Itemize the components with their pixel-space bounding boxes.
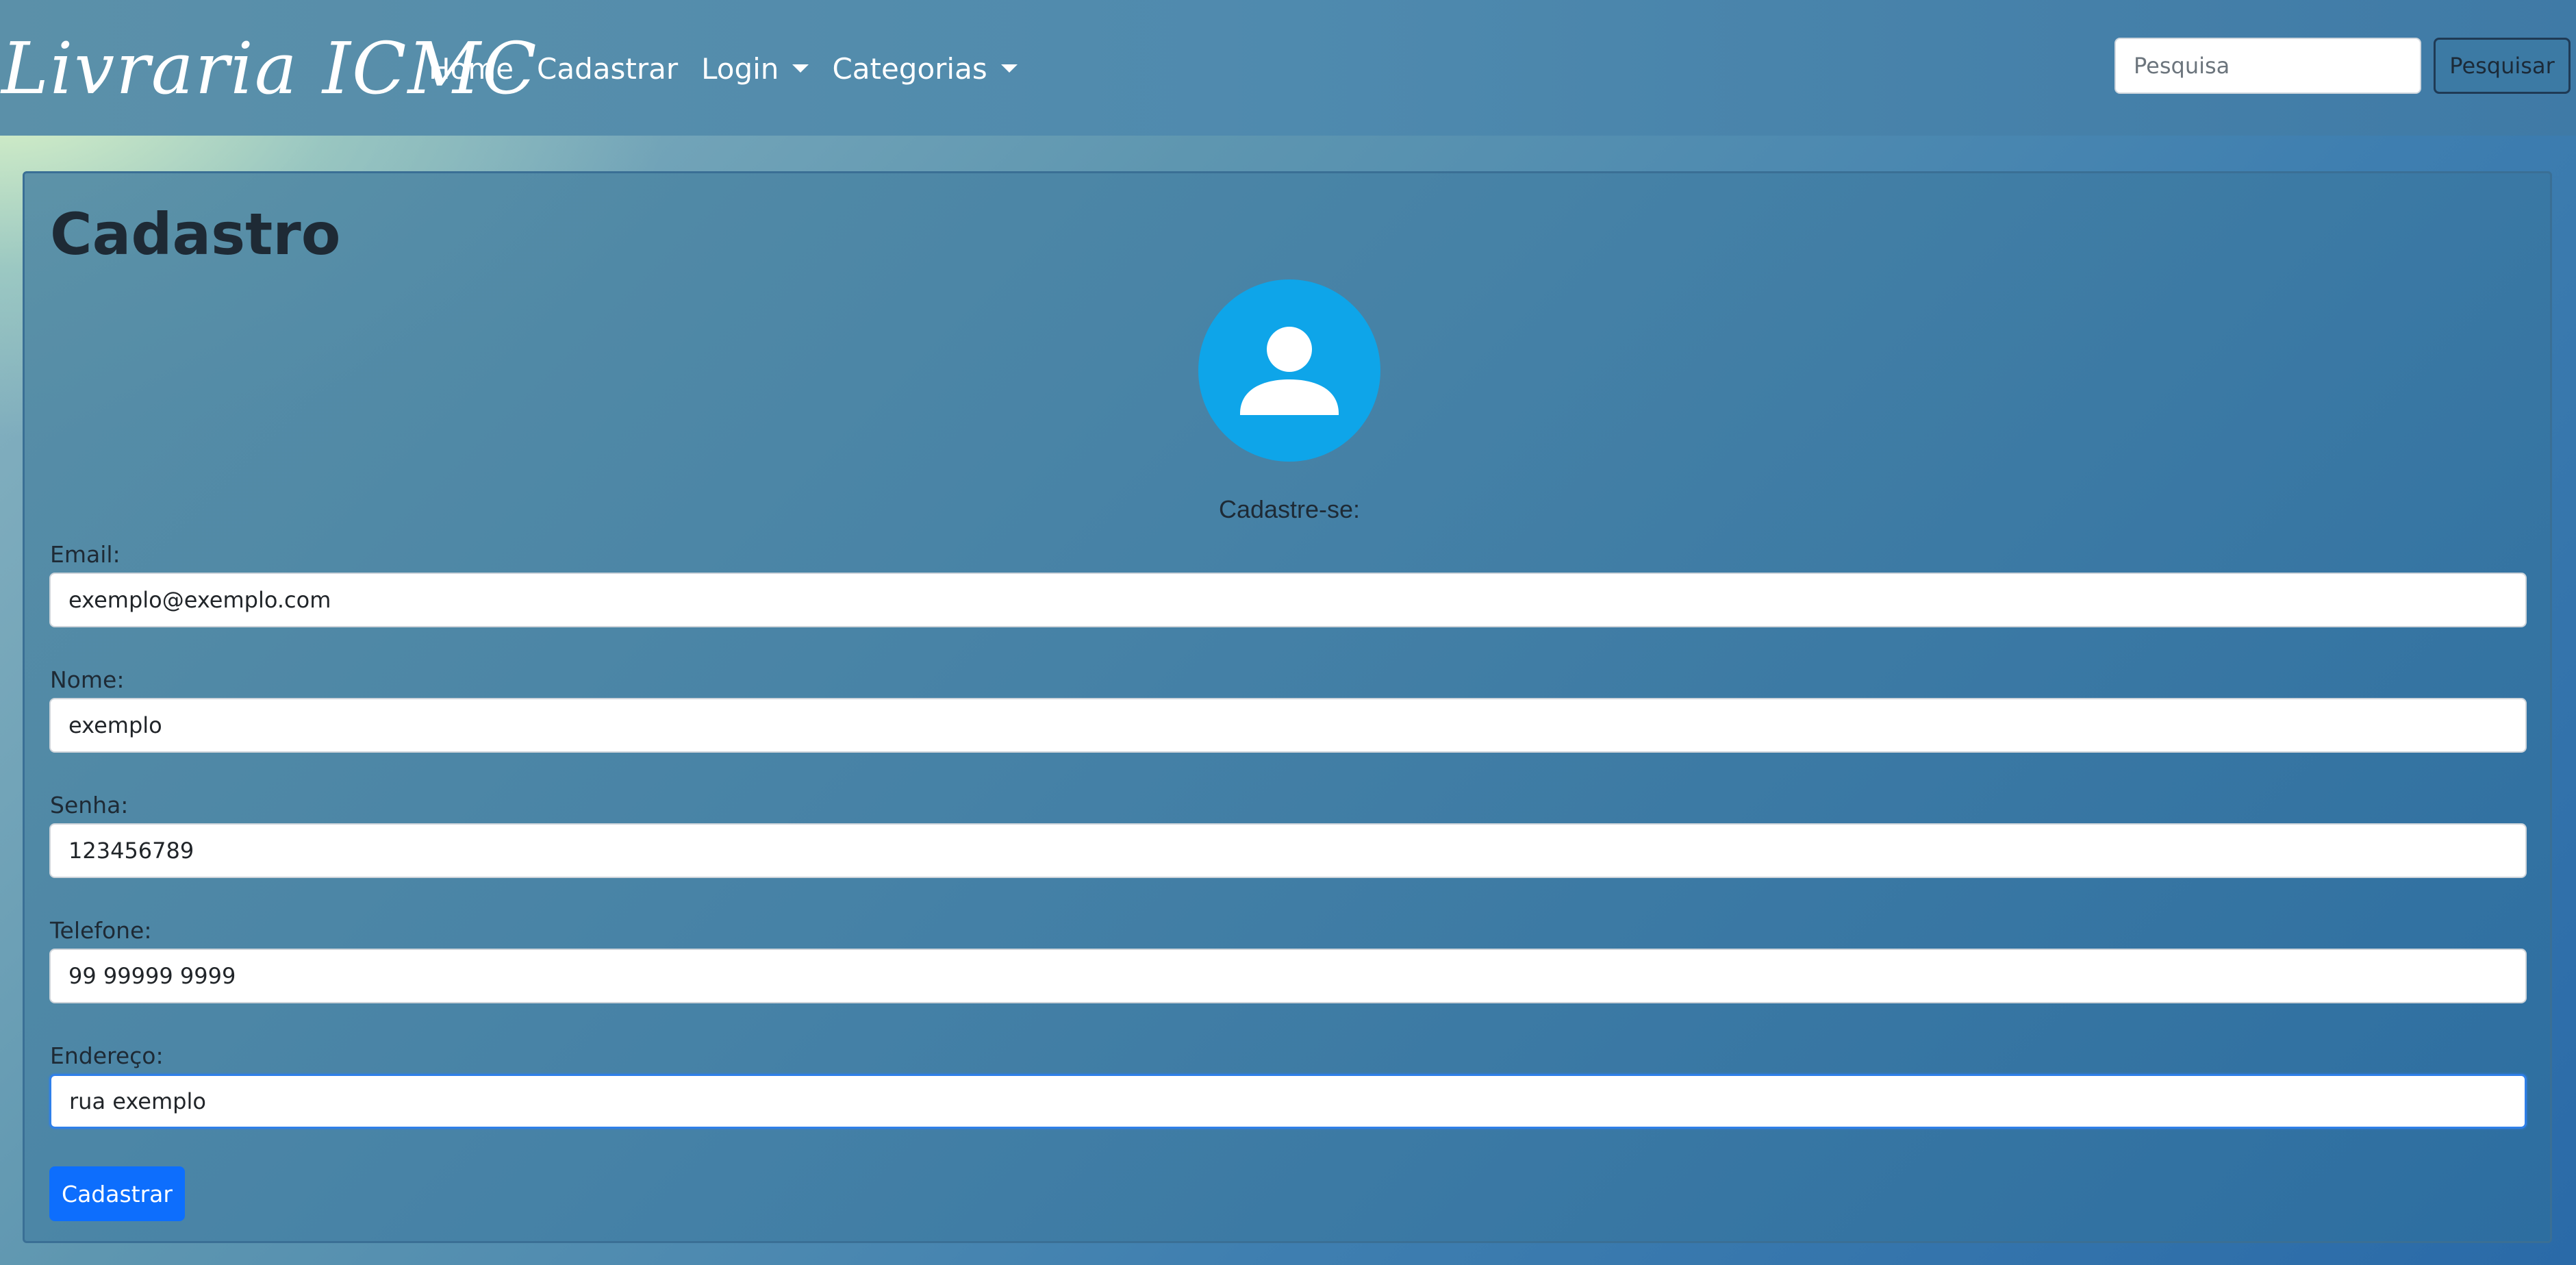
phone-field[interactable]: [49, 949, 2527, 1003]
search-button[interactable]: Pesquisar: [2434, 38, 2571, 94]
name-field[interactable]: [49, 698, 2527, 753]
nav-dropdown-categorias-label: Categorias: [832, 51, 987, 86]
nav-dropdown-categorias[interactable]: Categorias: [832, 51, 1018, 86]
password-field[interactable]: [49, 823, 2527, 878]
page-title: Cadastro: [50, 201, 341, 268]
nav-link-home-label: Home: [429, 51, 514, 86]
email-field[interactable]: [49, 573, 2527, 627]
name-label: Nome:: [50, 666, 125, 693]
form-subtitle: Cadastre-se:: [1218, 495, 1361, 523]
nav-link-cadastrar-label: Cadastrar: [537, 51, 679, 86]
user-icon: [1240, 327, 1339, 415]
password-label: Senha:: [50, 792, 129, 818]
email-label: Email:: [50, 541, 121, 568]
caret-down-icon: [1000, 64, 1018, 73]
nav-links: Home Cadastrar Login Categorias: [429, 41, 1041, 96]
search-input[interactable]: [2114, 38, 2421, 94]
nav-link-home[interactable]: Home: [429, 52, 514, 86]
submit-button[interactable]: Cadastrar: [49, 1166, 185, 1221]
nav-dropdown-login-label: Login: [701, 51, 779, 86]
nav-dropdown-login[interactable]: Login: [701, 52, 809, 86]
caret-down-icon: [792, 64, 809, 73]
avatar: [1198, 279, 1380, 462]
registration-card: Cadastro Cadastre-se: Email: Nome: Senha…: [23, 171, 2552, 1243]
phone-label: Telefone:: [50, 917, 152, 944]
nav-link-cadastrar[interactable]: Cadastrar: [537, 52, 678, 86]
navbar: Livraria ICMC Home Cadastrar Login Categ…: [0, 0, 2576, 136]
address-field[interactable]: [49, 1074, 2527, 1129]
address-label: Endereço:: [50, 1042, 164, 1069]
